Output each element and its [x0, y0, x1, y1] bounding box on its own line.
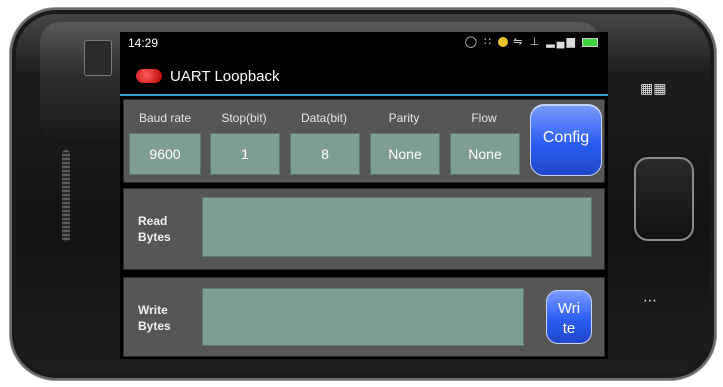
read-label-line1: Read — [138, 214, 168, 228]
brand-logo — [84, 40, 112, 76]
write-button-line2: te — [562, 320, 576, 337]
baud-rate-label: Baud rate — [138, 111, 192, 125]
write-bytes-input[interactable] — [202, 288, 524, 346]
menu-button[interactable]: ▦▦ — [640, 80, 666, 97]
speaker-grille — [62, 150, 70, 242]
back-button[interactable]: ⋯ — [640, 292, 660, 309]
baud-rate-field[interactable]: 9600 — [129, 133, 201, 175]
write-panel: Write Bytes Wri te — [123, 277, 605, 357]
home-button[interactable] — [634, 157, 694, 241]
gold-app-icon — [498, 37, 509, 48]
flow-label: Flow — [471, 111, 497, 125]
write-button-line1: Wri — [557, 300, 581, 317]
parity-label: Parity — [388, 111, 420, 125]
config-panel: Baud rate 9600 Stop(bit) 1 Data(bit) 8 P… — [123, 99, 605, 183]
chat-icon: ◯ — [464, 36, 480, 48]
stop-bit-label: Stop(bit) — [221, 111, 267, 125]
config-button[interactable]: Config — [530, 104, 602, 176]
grid-icon: ∷ — [484, 36, 494, 48]
status-icons: ◯ ∷ ⇋ ⊥ ▂▄▆ — [465, 35, 598, 48]
read-panel: Read Bytes — [123, 188, 605, 270]
status-time: 14:29 — [128, 36, 159, 50]
data-bit-label: Data(bit) — [300, 111, 347, 125]
app-title: UART Loopback — [170, 68, 280, 85]
write-label-line2: Bytes — [138, 319, 171, 333]
write-label-line1: Write — [138, 303, 168, 317]
write-bytes-label: Write Bytes — [138, 302, 171, 334]
read-bytes-label: Read Bytes — [138, 213, 171, 245]
read-bytes-area[interactable] — [202, 197, 592, 257]
data-bit-field[interactable]: 8 — [290, 133, 360, 175]
read-label-line2: Bytes — [138, 230, 171, 244]
parity-field[interactable]: None — [370, 133, 440, 175]
status-bar: 14:29 ◯ ∷ ⇋ ⊥ ▂▄▆ — [120, 32, 608, 54]
phone-screen: 14:29 ◯ ∷ ⇋ ⊥ ▂▄▆ UART Loopback Baud rat… — [120, 32, 608, 359]
app-titlebar: UART Loopback — [120, 56, 608, 96]
app-icon — [136, 69, 162, 83]
network-icon: ⊥ — [529, 36, 542, 48]
signal-icon: ▂▄▆ — [546, 36, 577, 48]
write-button[interactable]: Wri te — [546, 290, 592, 344]
flow-field[interactable]: None — [450, 133, 520, 175]
battery-icon — [582, 37, 598, 47]
usb-icon: ⇋ — [513, 36, 525, 48]
stop-bit-field[interactable]: 1 — [210, 133, 280, 175]
